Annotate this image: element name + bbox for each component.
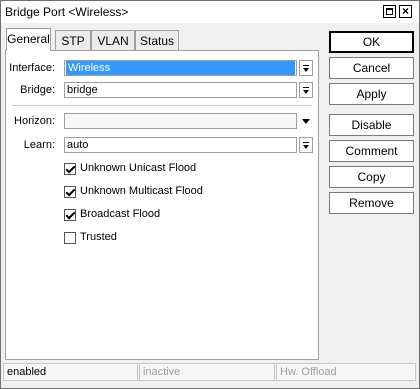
learn-value: auto [67,139,89,151]
unknown-multicast-flood-checkbox[interactable] [64,186,76,198]
window-title: Bridge Port <Wireless> [5,5,129,19]
status-hw-offload: Hw. Offload [276,363,416,381]
close-icon[interactable]: × [399,5,412,18]
learn-label: Learn: [23,139,55,151]
bridge-value: bridge [67,84,98,96]
copy-button[interactable]: Copy [329,166,414,188]
learn-dropdown-icon[interactable] [299,137,313,153]
unknown-unicast-flood-label[interactable]: Unknown Unicast Flood [80,162,196,174]
remove-button[interactable]: Remove [329,192,414,214]
general-panel: Interface: Wireless Bridge: bridge Horiz… [5,50,319,360]
tab-vlan[interactable]: VLAN [91,30,135,50]
tab-stp[interactable]: STP [55,30,91,50]
status-enabled: enabled [3,363,138,381]
tab-status[interactable]: Status [135,30,179,50]
status-activity: inactive [139,363,275,381]
broadcast-flood-checkbox[interactable] [64,209,76,221]
interface-value: Wireless [66,61,295,75]
disable-button[interactable]: Disable [329,114,414,136]
bridge-label: Bridge: [20,84,55,96]
horizon-input[interactable] [64,113,297,129]
bridge-port-window: Bridge Port <Wireless> × General STP VLA… [0,0,420,389]
tab-general[interactable]: General [6,28,51,51]
ok-button[interactable]: OK [329,31,414,53]
separator [12,105,312,106]
horizon-expand-icon[interactable] [302,119,310,124]
comment-button[interactable]: Comment [329,140,414,162]
bridge-dropdown-icon[interactable] [299,82,313,98]
unknown-multicast-flood-label[interactable]: Unknown Multicast Flood [80,185,203,197]
horizon-label: Horizon: [14,115,55,127]
interface-select[interactable]: Wireless [64,60,297,76]
interface-dropdown-icon[interactable] [299,60,313,76]
restore-icon[interactable] [383,5,396,18]
learn-select[interactable]: auto [64,137,297,153]
broadcast-flood-label[interactable]: Broadcast Flood [80,208,160,220]
cancel-button[interactable]: Cancel [329,57,414,79]
interface-label: Interface: [9,62,55,74]
title-bar[interactable]: Bridge Port <Wireless> × [1,1,419,23]
unknown-unicast-flood-checkbox[interactable] [64,163,76,175]
trusted-label[interactable]: Trusted [80,231,117,243]
trusted-checkbox[interactable] [64,232,76,244]
bridge-select[interactable]: bridge [64,82,297,98]
status-bar: enabled inactive Hw. Offload [1,363,419,383]
apply-button[interactable]: Apply [329,83,414,105]
